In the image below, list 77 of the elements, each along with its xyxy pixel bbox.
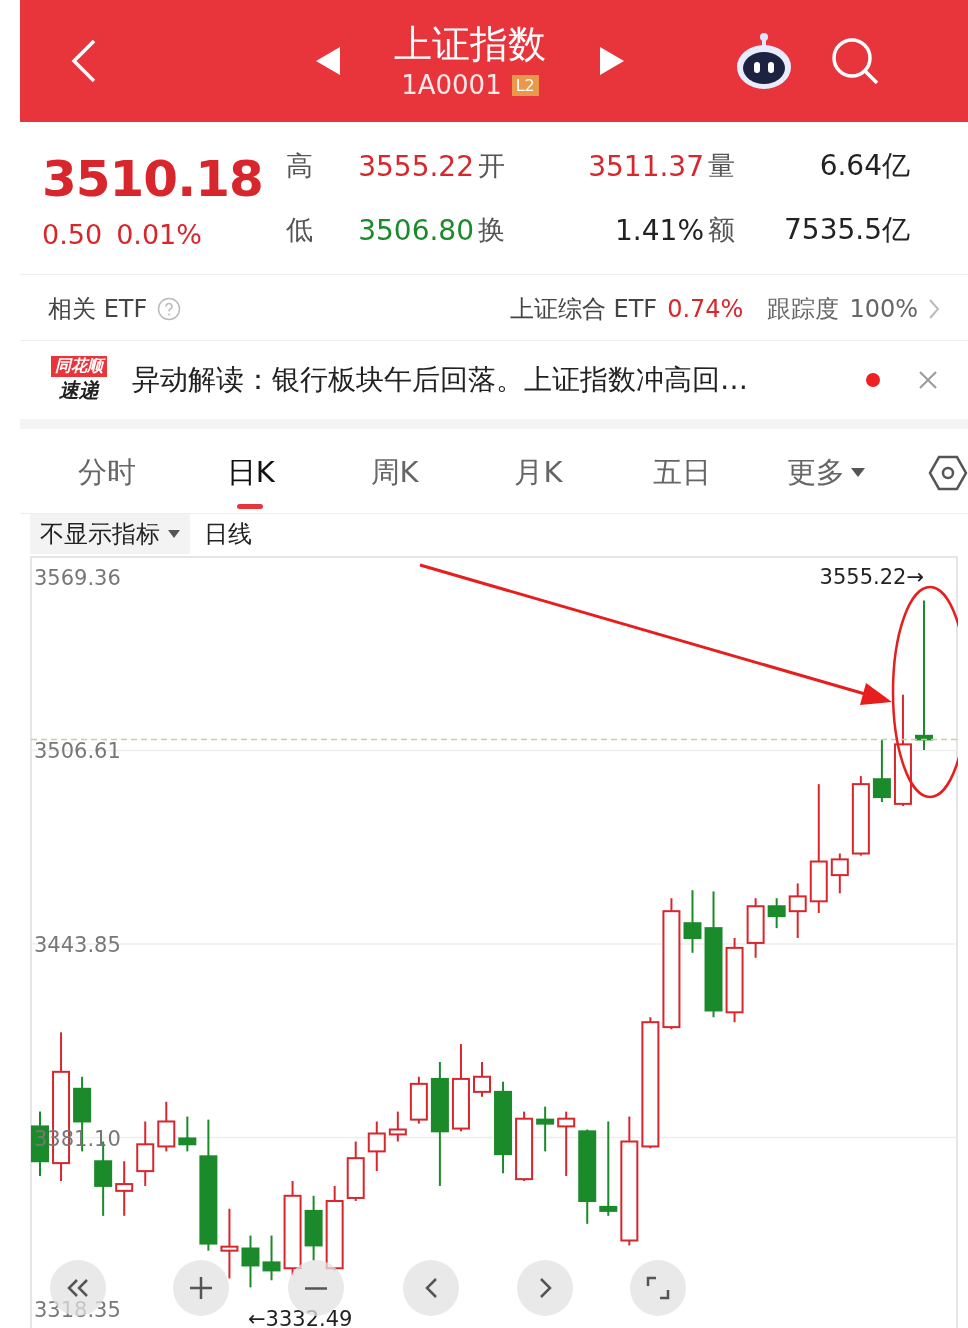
logo-text: 速递: [59, 376, 99, 404]
candle: [557, 1110, 576, 1178]
candle: [872, 738, 891, 803]
axis-label: 3506.61: [34, 739, 121, 764]
caret-down-icon: [168, 530, 180, 539]
index-code: 1A0001: [401, 70, 502, 101]
price-change: 0.50: [42, 218, 103, 250]
candle: [178, 1115, 197, 1153]
high-marker: 3555.22→: [819, 565, 924, 589]
level-badge: L2: [511, 74, 539, 96]
next-icon[interactable]: [600, 47, 624, 76]
stat-value: 3506.80: [357, 213, 474, 247]
stat-label: 低: [285, 213, 314, 248]
stat-label: 换: [477, 213, 506, 248]
period-label: 日线: [204, 519, 252, 551]
fullscreen-icon: [647, 1277, 669, 1299]
etf-label: 相关 ETF: [48, 294, 148, 326]
stat-label: 高: [285, 149, 314, 184]
period-tab[interactable]: 五日: [610, 432, 755, 513]
stat-value: 1.41%: [614, 213, 704, 247]
period-tab[interactable]: 分时: [35, 432, 179, 513]
candle: [767, 897, 786, 930]
search-icon[interactable]: [830, 36, 880, 87]
candle: [830, 852, 849, 895]
stat-label: 开: [477, 149, 506, 184]
candle: [304, 1194, 323, 1262]
previous-icon[interactable]: [316, 47, 340, 76]
candle: [136, 1120, 155, 1187]
period-tab[interactable]: 月K: [466, 432, 611, 513]
tracking-value: 100%: [849, 295, 918, 324]
indicator-select[interactable]: 不显示指标: [30, 514, 190, 555]
tracking-label: 跟踪度: [767, 294, 840, 326]
period-tab[interactable]: 周K: [322, 432, 467, 513]
candle: [241, 1234, 260, 1289]
candle: [683, 889, 702, 954]
candle: [515, 1110, 534, 1182]
axis-label: 3443.85: [34, 933, 121, 957]
stat-value: 3555.22: [357, 149, 474, 183]
candle: [388, 1110, 407, 1143]
stat-value: 6.64亿: [818, 148, 910, 185]
minus-icon: [305, 1286, 327, 1290]
settings-icon[interactable]: [928, 454, 968, 491]
candle: [367, 1120, 386, 1173]
double-chevron-left-icon: [68, 1279, 88, 1297]
period-tab[interactable]: 日K: [178, 432, 323, 513]
candle: [115, 1160, 134, 1217]
candle: [262, 1234, 281, 1282]
candle: [346, 1140, 365, 1203]
close-icon[interactable]: [918, 369, 938, 390]
candle: [746, 897, 765, 959]
etf-fund-name[interactable]: 上证综合 ETF: [509, 293, 658, 326]
stat-value: 3511.37: [587, 149, 704, 183]
candle: [536, 1105, 555, 1153]
current-price: 3510.18: [42, 148, 263, 210]
logo-text: 同花顺: [51, 355, 107, 377]
candle: [473, 1060, 491, 1098]
stat-label: 额: [707, 213, 736, 248]
candle: [157, 1100, 176, 1153]
stat-value: 7535.5亿: [783, 212, 910, 249]
low-marker: ←3332.49: [248, 1307, 353, 1328]
percent-change: 0.01%: [116, 218, 202, 250]
axis-label: 3318.35: [34, 1298, 121, 1322]
candle: [788, 882, 807, 939]
chart-control-button[interactable]: [173, 1260, 229, 1316]
index-title: 上证指数: [394, 22, 546, 67]
axis-label: 3569.36: [34, 566, 121, 590]
chevron-right-icon: [539, 1278, 551, 1298]
plus-icon: [190, 1277, 212, 1299]
caret-down-icon: [851, 468, 866, 478]
stat-label: 量: [707, 149, 736, 184]
robot-icon[interactable]: [736, 31, 792, 92]
chevron-left-icon: [425, 1278, 437, 1298]
candle: [409, 1075, 428, 1125]
etf-fund-change: 0.74%: [667, 295, 744, 324]
chart-control-button[interactable]: [630, 1260, 686, 1316]
period-tab[interactable]: 更多: [754, 432, 899, 513]
news-headline[interactable]: 异动解读：银行板块午后回落。上证指数冲高回…: [132, 360, 846, 399]
